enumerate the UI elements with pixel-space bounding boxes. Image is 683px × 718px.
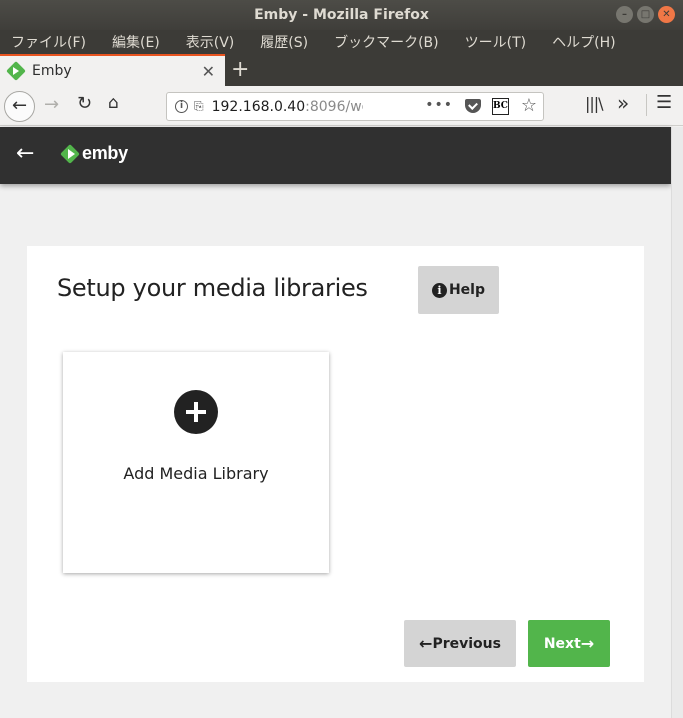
pocket-icon[interactable] [465, 99, 481, 113]
next-label: Next [543, 635, 581, 652]
menu-bar: ファイル(F) 編集(E) 表示(V) 履歴(S) ブックマーク(B) ツール(… [0, 30, 683, 54]
navigation-toolbar: ← → ↻ ⌂ i ⎘ 192.168.0.40 :8096/web/ind •… [0, 86, 683, 126]
add-circle-icon [174, 390, 218, 434]
back-arrow-icon: ← [11, 95, 28, 116]
close-window-icon[interactable]: ✕ [658, 6, 675, 23]
window-titlebar: Emby - Mozilla Firefox – □ ✕ [0, 0, 683, 30]
menu-history[interactable]: 履歴(S) [254, 32, 314, 52]
tab-bar: Emby ✕ + [0, 54, 683, 86]
maximize-icon[interactable]: □ [637, 6, 654, 23]
scrollbar-track[interactable] [671, 127, 683, 718]
arrow-left-icon: ← [419, 634, 433, 653]
minimize-icon[interactable]: – [616, 6, 633, 23]
back-button[interactable]: ← [4, 91, 35, 122]
window-controls: – □ ✕ [616, 6, 675, 23]
url-bar[interactable]: i ⎘ 192.168.0.40 :8096/web/ind ••• BC ☆ [166, 92, 544, 121]
window-title: Emby - Mozilla Firefox [254, 7, 429, 23]
arrow-right-icon: → [580, 634, 595, 653]
header-back-icon[interactable]: ← [16, 141, 34, 166]
permissions-icon[interactable]: ⎘ [194, 99, 204, 114]
overflow-chevron-icon[interactable]: » [617, 91, 629, 115]
bookmark-star-icon[interactable]: ☆ [521, 95, 537, 116]
reload-icon[interactable]: ↻ [77, 93, 92, 114]
previous-button[interactable]: ← Previous [404, 620, 516, 667]
add-media-library-label: Add Media Library [123, 464, 269, 483]
info-icon[interactable]: i [175, 100, 188, 113]
app-header: ← emby [0, 127, 671, 184]
tab-title: Emby [32, 63, 72, 79]
help-button[interactable]: i Help [418, 266, 499, 314]
menu-bookmarks[interactable]: ブックマーク(B) [328, 32, 445, 52]
home-icon[interactable]: ⌂ [108, 93, 119, 113]
emby-logo-icon [60, 144, 80, 164]
brand-name: emby [82, 143, 128, 163]
tab-emby[interactable]: Emby ✕ [0, 54, 225, 86]
page-content: ← emby Setup your media libraries i Help… [0, 127, 671, 718]
library-icon[interactable]: |||\ [585, 94, 604, 113]
page-title: Setup your media libraries [57, 274, 368, 302]
page-actions-icon[interactable]: ••• [425, 97, 453, 113]
menu-edit[interactable]: 編集(E) [106, 32, 166, 52]
info-circle-icon: i [431, 282, 447, 298]
bc-extension-icon[interactable]: BC [492, 98, 509, 115]
tab-close-icon[interactable]: ✕ [202, 62, 215, 81]
new-tab-button[interactable]: + [231, 56, 249, 84]
menu-view[interactable]: 表示(V) [180, 32, 241, 52]
previous-label: Previous [432, 635, 501, 652]
menu-file[interactable]: ファイル(F) [5, 32, 92, 52]
emby-favicon-icon [6, 61, 26, 81]
help-label: Help [448, 282, 486, 298]
toolbar-divider [646, 94, 647, 116]
url-host: 192.168.0.40 [211, 98, 306, 115]
url-path: :8096/web/ind [305, 98, 363, 115]
forward-icon[interactable]: → [44, 94, 59, 115]
add-media-library-card[interactable]: Add Media Library [63, 352, 329, 573]
setup-card: Setup your media libraries i Help Add Me… [27, 246, 644, 682]
menu-tools[interactable]: ツール(T) [459, 32, 532, 52]
hamburger-menu-icon[interactable]: ☰ [656, 92, 672, 113]
menu-help[interactable]: ヘルプ(H) [546, 32, 621, 52]
next-button[interactable]: Next → [528, 620, 610, 667]
